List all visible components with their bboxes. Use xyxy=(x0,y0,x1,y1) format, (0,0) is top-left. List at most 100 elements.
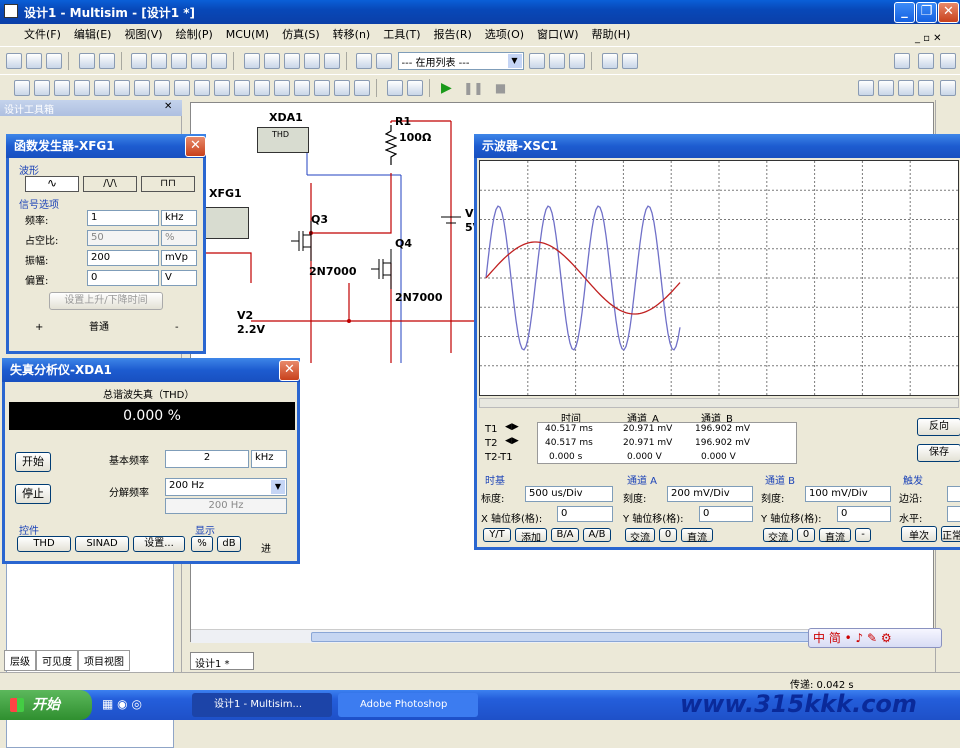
grid-icon[interactable] xyxy=(243,53,260,69)
resolution-select[interactable]: 200 Hz ▼ xyxy=(165,478,287,496)
panel-icon[interactable] xyxy=(940,53,956,69)
close-button[interactable]: ✕ xyxy=(938,2,959,23)
offset-unit-select[interactable]: V xyxy=(161,270,197,286)
zoom-out-icon[interactable] xyxy=(878,80,894,96)
ttl-icon[interactable] xyxy=(114,80,130,96)
scrollbar-thumb[interactable] xyxy=(311,632,811,642)
trigger-level-input[interactable] xyxy=(947,506,960,522)
xfg1-instrument[interactable] xyxy=(205,207,249,239)
close-button[interactable]: ✕ xyxy=(279,360,300,381)
canvas-tab[interactable]: 设计1 * xyxy=(190,652,254,670)
minimize-button[interactable]: _ xyxy=(894,2,915,23)
add-button[interactable]: 添加 xyxy=(515,528,547,544)
frequency-input[interactable]: 1 xyxy=(87,210,159,226)
grapher-icon[interactable] xyxy=(283,53,300,69)
sim-switch-icon[interactable] xyxy=(894,53,910,69)
trigger-edge-button[interactable] xyxy=(947,486,960,502)
back-annotate-icon[interactable] xyxy=(549,53,565,69)
offset-input[interactable]: 0 xyxy=(87,270,159,286)
sinad-button[interactable]: SINAD xyxy=(75,536,129,552)
tab-visibility[interactable]: 可见度 xyxy=(36,650,78,671)
misc-icon[interactable] xyxy=(254,80,270,96)
normal-button[interactable]: 正常 xyxy=(941,526,960,542)
window-icon[interactable] xyxy=(918,53,934,69)
start-button[interactable]: 开始 xyxy=(0,690,92,720)
amplitude-input[interactable]: 200 xyxy=(87,250,159,266)
copy-icon[interactable] xyxy=(151,53,167,69)
channel-a-y-position-input[interactable]: 0 xyxy=(699,506,753,522)
ladder-icon[interactable] xyxy=(314,80,330,96)
ime-toolbar[interactable]: 中 简 • ♪ ✎ ⚙ xyxy=(808,628,942,648)
menu-simulate[interactable]: 仿真(S) xyxy=(282,28,320,41)
erc-icon[interactable] xyxy=(529,53,545,69)
zoom-area-icon[interactable] xyxy=(898,80,914,96)
basic-icon[interactable] xyxy=(34,80,50,96)
indicator-icon[interactable] xyxy=(214,80,230,96)
wire-icon[interactable] xyxy=(406,80,423,96)
start-button[interactable]: 开始 xyxy=(15,452,51,472)
channel-b-zero-button[interactable]: 0 xyxy=(797,528,815,542)
tab-project-view[interactable]: 项目视图 xyxy=(78,650,130,671)
channel-b-dc-button[interactable]: 直流 xyxy=(819,528,851,544)
find-icon[interactable] xyxy=(601,53,618,69)
taskbar-item-photoshop[interactable]: Adobe Photoshop xyxy=(338,693,478,717)
menu-options[interactable]: 选项(O) xyxy=(485,28,524,41)
mixed-icon[interactable] xyxy=(194,80,210,96)
channel-b-ac-button[interactable]: 交流 xyxy=(763,528,793,544)
duty-cycle-input[interactable]: 50 xyxy=(87,230,159,246)
print-icon[interactable] xyxy=(78,53,95,69)
fundamental-unit[interactable]: kHz xyxy=(251,450,287,468)
menu-edit[interactable]: 编辑(E) xyxy=(74,28,112,41)
menu-view[interactable]: 视图(V) xyxy=(124,28,162,41)
undo-icon[interactable] xyxy=(191,53,207,69)
menu-place[interactable]: 绘制(P) xyxy=(176,28,213,41)
cut-icon[interactable] xyxy=(131,53,147,69)
scope-scroll[interactable] xyxy=(479,398,959,408)
channel-b-invert-button[interactable]: - xyxy=(855,528,871,542)
menu-window[interactable]: 窗口(W) xyxy=(537,28,578,41)
pause-icon[interactable]: ❚❚ xyxy=(463,81,483,95)
single-button[interactable]: 单次 xyxy=(901,526,937,542)
zoom-fit-icon[interactable] xyxy=(918,80,934,96)
in-use-list-select[interactable]: --- 在用列表 --- ▼ xyxy=(397,52,524,70)
channel-a-zero-button[interactable]: 0 xyxy=(659,528,677,542)
bus-icon[interactable] xyxy=(354,80,370,96)
print-preview-icon[interactable] xyxy=(98,53,115,69)
zoom-in-icon[interactable] xyxy=(858,80,874,96)
database-icon[interactable] xyxy=(376,53,392,69)
save-button[interactable]: 保存 xyxy=(917,444,960,462)
channel-b-y-position-input[interactable]: 0 xyxy=(837,506,891,522)
open-icon[interactable] xyxy=(26,53,42,69)
quick-launch-icons[interactable]: ▦ ◉ ◎ xyxy=(102,697,172,713)
yt-button[interactable]: Y/T xyxy=(483,528,511,542)
channel-b-scale-input[interactable]: 100 mV/Div xyxy=(805,486,891,502)
run-icon[interactable]: ▶ xyxy=(441,80,452,96)
stop-button[interactable]: 停止 xyxy=(15,484,51,504)
tab-hierarchy[interactable]: 层级 xyxy=(4,650,36,671)
channel-a-scale-input[interactable]: 200 mV/Div xyxy=(667,486,753,502)
menu-transfer[interactable]: 转移(n) xyxy=(333,28,371,41)
table-icon[interactable] xyxy=(263,53,280,69)
paste-icon[interactable] xyxy=(171,53,187,69)
analog-icon[interactable] xyxy=(94,80,110,96)
mcu-icon[interactable] xyxy=(154,80,170,96)
analysis-icon[interactable] xyxy=(303,53,320,69)
diode-icon[interactable] xyxy=(54,80,70,96)
channel-a-ac-button[interactable]: 交流 xyxy=(625,528,655,544)
frequency-unit-select[interactable]: kHz xyxy=(161,210,197,226)
fullscreen-icon[interactable] xyxy=(940,80,956,96)
cmos-icon[interactable] xyxy=(134,80,150,96)
menu-file[interactable]: 文件(F) xyxy=(24,28,61,41)
source-icon[interactable] xyxy=(14,80,30,96)
taskbar-item-multisim[interactable]: 设计1 - Multisim... xyxy=(192,693,332,717)
stop-icon[interactable]: ■ xyxy=(495,81,506,95)
sine-wave-button[interactable]: ∿ xyxy=(25,176,79,192)
forward-annotate-icon[interactable] xyxy=(569,53,585,69)
power-icon[interactable] xyxy=(234,80,250,96)
redo-icon[interactable] xyxy=(211,53,227,69)
thd-button[interactable]: THD xyxy=(17,536,71,552)
save-icon[interactable] xyxy=(46,53,62,69)
bom-icon[interactable] xyxy=(323,53,340,69)
settings-button[interactable]: 设置... xyxy=(133,536,185,552)
reverse-button[interactable]: 反向 xyxy=(917,418,960,436)
